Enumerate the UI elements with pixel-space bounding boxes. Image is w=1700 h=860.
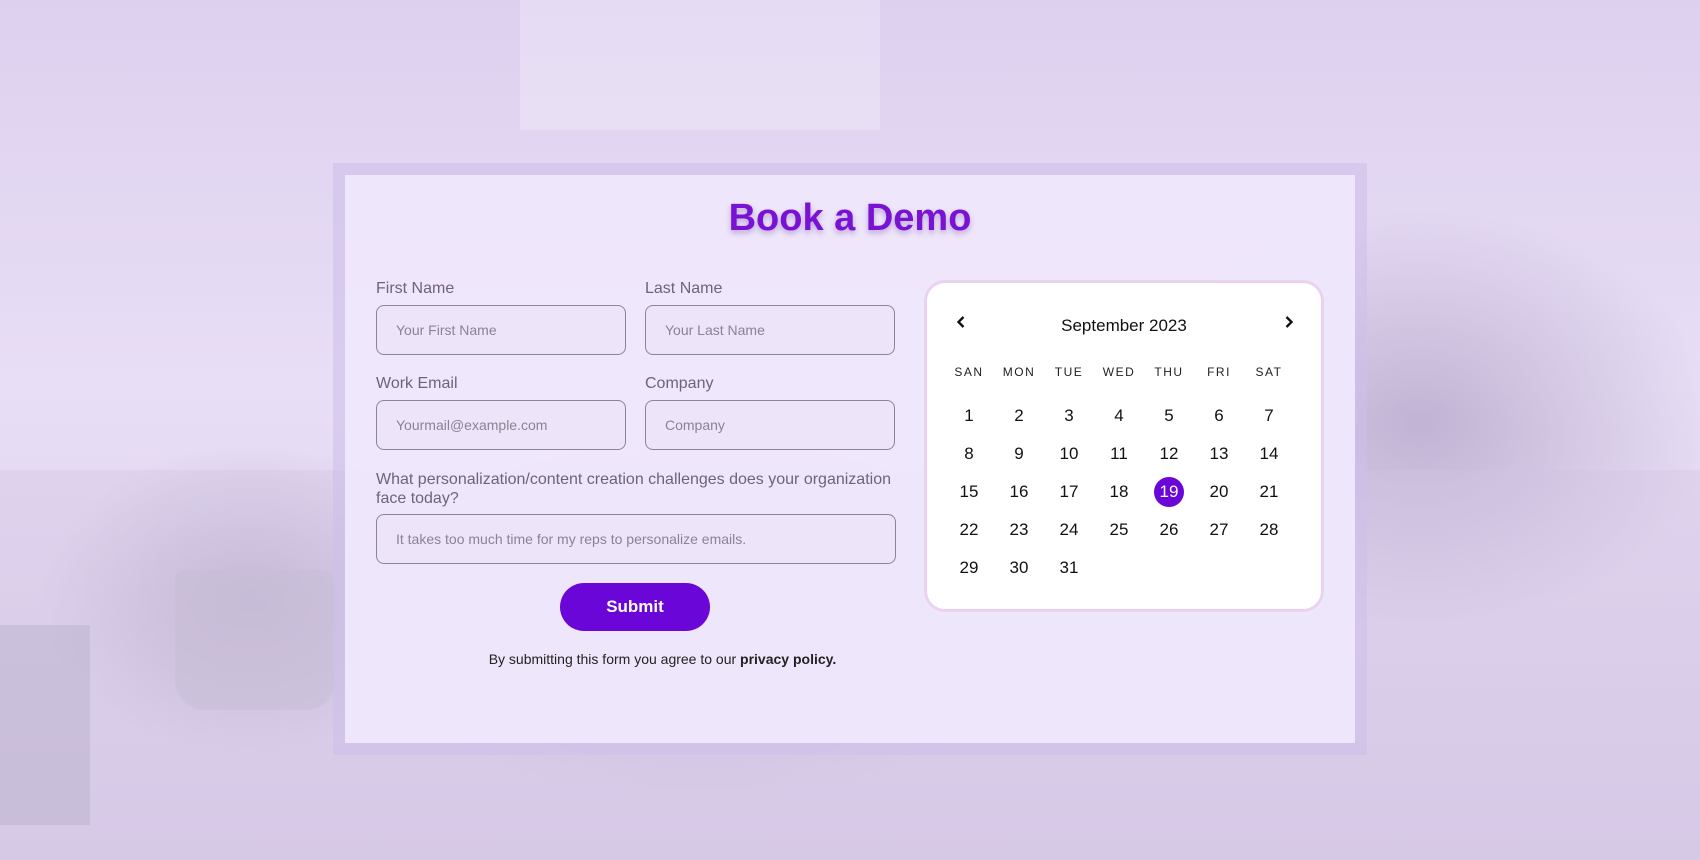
privacy-notice: By submitting this form you agree to our… [345,651,980,667]
calendar-day[interactable]: 29 [954,553,984,583]
weekday-thu: THU [1154,365,1184,379]
calendar-day[interactable]: 30 [1004,553,1034,583]
work-email-label: Work Email [376,375,458,392]
calendar-day[interactable]: 25 [1104,515,1134,545]
first-name-input[interactable] [376,305,626,355]
calendar-day[interactable]: 1 [954,401,984,431]
calendar-day[interactable]: 18 [1104,477,1134,507]
challenge-label: What personalization/content creation ch… [376,471,891,507]
calendar-day[interactable]: 7 [1254,401,1284,431]
calendar-day[interactable]: 31 [1054,553,1084,583]
company-label: Company [645,375,714,392]
calendar-day[interactable]: 3 [1054,401,1084,431]
calendar-day[interactable]: 16 [1004,477,1034,507]
calendar-day[interactable]: 2 [1004,401,1034,431]
company-input[interactable] [645,400,895,450]
calendar-day[interactable]: 27 [1204,515,1234,545]
privacy-notice-text: By submitting this form you agree to our [488,651,741,667]
weekday-san: SAN [954,365,984,379]
calendar-day[interactable]: 9 [1004,439,1034,469]
calendar-day[interactable]: 13 [1204,439,1234,469]
weekday-fri: FRI [1207,365,1231,379]
weekday-sat: SAT [1255,365,1283,379]
first-name-label: First Name [376,280,455,297]
weekday-mon: MON [1002,365,1036,379]
submit-button[interactable]: Submit [560,583,710,631]
calendar-month-label: September 2023 [1061,316,1187,335]
book-demo-card: Book a Demo First Name Last Name Work Em… [345,175,1355,743]
calendar-day[interactable]: 24 [1054,515,1084,545]
calendar-day[interactable]: 20 [1204,477,1234,507]
weekday-tue: TUE [1054,365,1084,379]
calendar-day[interactable]: 4 [1104,401,1134,431]
calendar-day[interactable]: 17 [1054,477,1084,507]
calendar-day[interactable]: 23 [1004,515,1034,545]
calendar-day[interactable]: 15 [954,477,984,507]
calendar-day[interactable]: 28 [1254,515,1284,545]
calendar-day[interactable]: 6 [1204,401,1234,431]
calendar-day[interactable]: 14 [1254,439,1284,469]
challenge-input[interactable] [376,514,896,564]
last-name-input[interactable] [645,305,895,355]
calendar-day[interactable]: 22 [954,515,984,545]
calendar-day[interactable]: 26 [1154,515,1184,545]
page-title: Book a Demo [728,197,972,239]
calendar-day[interactable]: 10 [1054,439,1084,469]
calendar-day[interactable]: 12 [1154,439,1184,469]
calendar-day[interactable]: 5 [1154,401,1184,431]
last-name-label: Last Name [645,280,723,297]
calendar-day[interactable]: 11 [1104,439,1134,469]
chevron-right-icon[interactable] [1283,313,1295,334]
calendar-day-selected[interactable]: 19 [1154,477,1184,507]
date-picker: September 2023 SAN MON TUE WED THU FRI SAT 1 2 3 4… [925,281,1323,611]
calendar-day[interactable]: 8 [954,439,984,469]
work-email-input[interactable] [376,400,626,450]
calendar-day[interactable]: 21 [1254,477,1284,507]
privacy-policy-link[interactable]: privacy policy. [740,651,836,667]
weekday-wed: WED [1102,365,1136,379]
